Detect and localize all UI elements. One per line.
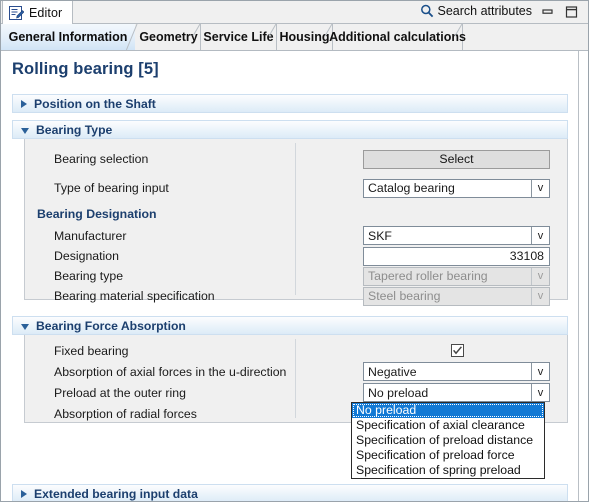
- field-value: Catalog bearing: [368, 181, 455, 195]
- field-value: Tapered roller bearing: [368, 269, 488, 283]
- section-position-on-the-shaft: Position on the Shaft: [12, 94, 568, 113]
- maximize-icon[interactable]: [564, 5, 579, 19]
- tab-label: Service Life: [203, 30, 274, 44]
- title-bar: Editor Search attributes: [1, 1, 588, 24]
- editor-tab-label: Editor: [29, 5, 63, 20]
- dropdown-option[interactable]: Specification of axial clearance: [352, 418, 544, 433]
- row-label: Bearing type: [54, 269, 124, 283]
- minimize-icon[interactable]: [541, 5, 556, 19]
- designation-input[interactable]: 33108: [363, 246, 550, 266]
- manufacturer-dropdown[interactable]: SKF v: [363, 226, 550, 245]
- section-title: Bearing Type: [36, 122, 113, 137]
- dropdown-option[interactable]: Specification of preload force: [352, 448, 544, 463]
- chevron-right-icon: [21, 489, 27, 498]
- search-icon: [420, 4, 434, 18]
- tab-additional-calculations[interactable]: Additional calculations: [329, 23, 466, 51]
- dropdown-option[interactable]: No preload: [352, 403, 544, 418]
- vertical-scrollbar[interactable]: [579, 51, 588, 501]
- row-label: Absorption of axial forces in the u-dire…: [54, 364, 287, 379]
- section-header-position-on-the-shaft[interactable]: Position on the Shaft: [12, 94, 568, 113]
- tab-label: Geometry: [139, 30, 198, 44]
- chevron-down-icon: [21, 127, 29, 134]
- row-fixed-bearing: Fixed bearing: [25, 340, 567, 361]
- editor-window: Editor Search attributes General Informa…: [0, 0, 589, 502]
- tab-label: Additional calculations: [329, 30, 466, 44]
- chevron-down-icon[interactable]: v: [531, 179, 549, 197]
- section-body-bearing-type: Bearing selection Select Type of bearing…: [24, 139, 568, 306]
- row-bearing-selection: Bearing selection Select: [25, 145, 567, 173]
- row-manufacturer: Manufacturer SKF v: [25, 225, 567, 246]
- chevron-right-icon: [21, 99, 27, 108]
- tab-geometry[interactable]: Geometry: [137, 23, 201, 51]
- chevron-down-icon[interactable]: v: [531, 227, 549, 244]
- dropdown-option[interactable]: Specification of spring preload: [352, 463, 544, 478]
- preload-options-dropdown-list[interactable]: No preload Specification of axial cleara…: [351, 402, 545, 479]
- section-header-extended-bearing-input-data[interactable]: Extended bearing input data: [12, 484, 568, 501]
- section-extended-bearing-input-data: Extended bearing input data: [12, 484, 568, 501]
- row-label: Absorption of radial forces: [54, 406, 197, 421]
- section-header-bearing-force-absorption[interactable]: Bearing Force Absorption: [12, 316, 568, 335]
- dropdown-option[interactable]: Specification of preload distance: [352, 433, 544, 448]
- document-edit-icon: [9, 5, 24, 20]
- absorption-axial-u-dropdown[interactable]: Negative v: [363, 362, 550, 381]
- fixed-bearing-checkbox[interactable]: [451, 344, 464, 357]
- tab-fold-icon: [125, 23, 138, 52]
- tab-housing[interactable]: Housing: [277, 23, 333, 51]
- search-attributes-control[interactable]: Search attributes: [420, 4, 533, 18]
- chevron-down-icon: v: [531, 287, 549, 305]
- row-designation: Designation 33108: [25, 246, 567, 266]
- row-bearing-type: Bearing type Tapered roller bearing v: [25, 266, 567, 286]
- field-value: 33108: [509, 249, 544, 263]
- row-label: Manufacturer: [54, 228, 127, 243]
- section-title: Extended bearing input data: [34, 486, 198, 501]
- chevron-down-icon: v: [531, 267, 549, 285]
- bearing-type-dropdown: Tapered roller bearing v: [363, 266, 550, 286]
- row-label: Preload at the outer ring: [54, 385, 186, 400]
- row-label: Designation: [54, 249, 119, 263]
- editor-tab[interactable]: Editor: [2, 1, 74, 24]
- tab-strip: General Information Geometry Service Lif…: [1, 23, 588, 52]
- preload-outer-ring-dropdown[interactable]: No preload v: [363, 383, 550, 402]
- page-title: Rolling bearing [5]: [12, 60, 159, 78]
- group-label: Bearing Designation: [37, 207, 157, 221]
- row-bearing-material-specification: Bearing material specification Steel bea…: [25, 286, 567, 306]
- row-type-of-bearing-input: Type of bearing input Catalog bearing v: [25, 173, 567, 203]
- section-title: Position on the Shaft: [34, 96, 156, 111]
- chevron-down-icon[interactable]: v: [531, 384, 549, 401]
- section-header-bearing-type[interactable]: Bearing Type: [12, 120, 568, 139]
- field-value: Steel bearing: [368, 289, 441, 303]
- tab-service-life[interactable]: Service Life: [201, 23, 277, 51]
- field-value: No preload: [368, 385, 429, 400]
- row-label: Fixed bearing: [54, 343, 129, 358]
- row-bearing-designation-group: Bearing Designation: [25, 203, 567, 225]
- section-bearing-type: Bearing Type Bearing selection Select Ty…: [12, 120, 568, 306]
- select-button[interactable]: Select: [363, 149, 550, 169]
- row-label: Bearing material specification: [54, 289, 215, 303]
- section-title: Bearing Force Absorption: [36, 318, 186, 333]
- tab-label: General Information: [8, 30, 128, 44]
- tab-general-information[interactable]: General Information: [1, 23, 138, 52]
- type-of-bearing-input-dropdown[interactable]: Catalog bearing v: [363, 178, 550, 198]
- search-attributes-label: Search attributes: [437, 4, 533, 18]
- row-preload-outer-ring: Preload at the outer ring No preload v: [25, 382, 567, 403]
- row-label: Type of bearing input: [54, 181, 169, 195]
- chevron-down-icon[interactable]: v: [531, 363, 549, 380]
- field-value: SKF: [368, 228, 392, 243]
- row-label: Bearing selection: [54, 152, 149, 166]
- bearing-material-specification-dropdown: Steel bearing v: [363, 286, 550, 306]
- field-value: Negative: [368, 364, 417, 379]
- chevron-down-icon: [21, 323, 29, 330]
- row-absorption-axial-u: Absorption of axial forces in the u-dire…: [25, 361, 567, 382]
- tab-label: Housing: [279, 30, 330, 44]
